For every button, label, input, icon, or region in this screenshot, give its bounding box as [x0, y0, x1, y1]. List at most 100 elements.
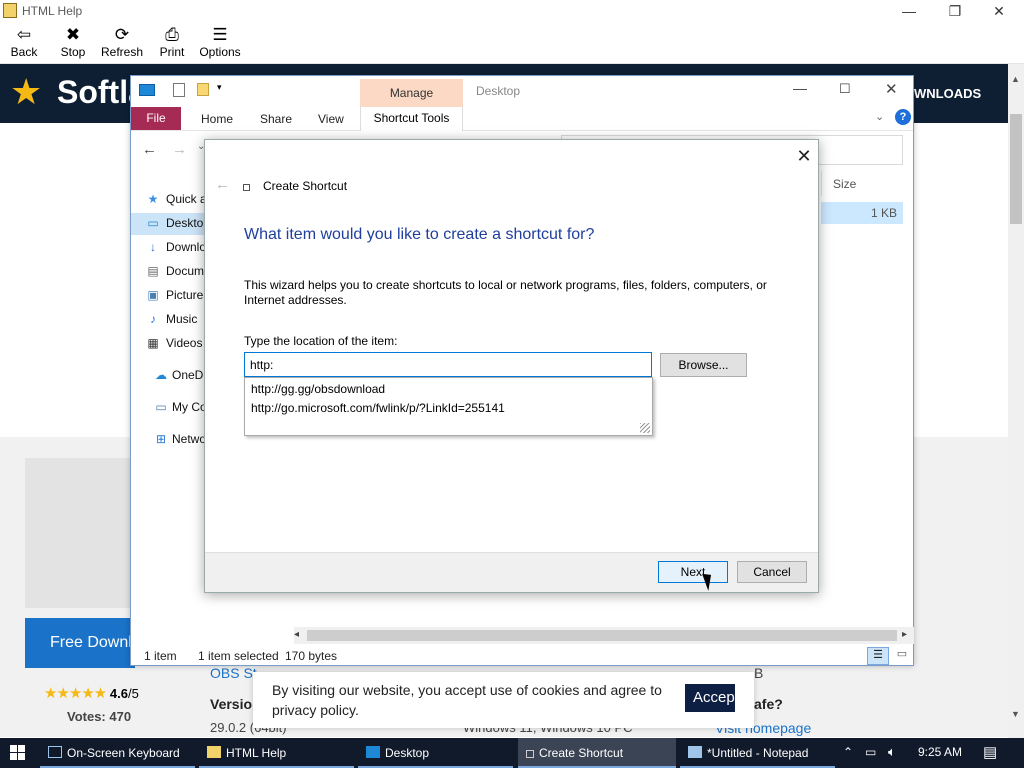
star-icon: ★ — [147, 192, 159, 206]
scroll-down-icon[interactable]: ▼ — [1011, 709, 1020, 719]
tab-file[interactable]: File — [131, 107, 181, 130]
scroll-right-icon[interactable]: ▸ — [902, 629, 907, 640]
options-button[interactable]: ☰ Options — [199, 25, 241, 59]
sidebar-label: Quick access — [166, 192, 207, 206]
help-window-title: HTML Help — [22, 4, 83, 18]
sidebar-item-downloads[interactable]: ↓ Downloads — [145, 240, 207, 254]
tray-chevron-icon[interactable]: ⌃ — [843, 745, 853, 759]
location-input[interactable] — [244, 352, 652, 377]
cookie-banner: By visiting our website, you accept use … — [253, 672, 754, 728]
taskbar-item-keyboard[interactable]: On-Screen Keyboard — [40, 738, 195, 768]
taskbar-label: *Untitled - Notepad — [707, 746, 809, 760]
refresh-icon: ⟳ — [114, 25, 130, 44]
windows-start-icon[interactable] — [10, 745, 26, 761]
dialog-title: Create Shortcut — [263, 179, 348, 193]
column-header-size[interactable]: Size — [821, 171, 907, 196]
sidebar-item-pictures[interactable]: ▣ Pictures — [145, 288, 207, 302]
nav-back-icon[interactable]: ← — [142, 141, 157, 158]
page-scroll-thumb[interactable] — [1010, 114, 1022, 224]
ribbon-expand-icon[interactable]: ⌄ — [875, 110, 884, 123]
sidebar-item-quick-access[interactable]: ★ Quick access — [145, 192, 207, 206]
document-icon: ▤ — [147, 264, 159, 278]
horizontal-scroll-thumb[interactable] — [307, 630, 897, 641]
horizontal-scrollbar[interactable]: ◂ ▸ — [294, 627, 914, 644]
status-bytes: 170 bytes — [285, 649, 338, 663]
manage-tab[interactable]: Manage — [360, 79, 463, 107]
network-tray-icon[interactable]: ▭ — [865, 745, 876, 759]
downloads-nav-link[interactable]: WNLOADS — [914, 86, 981, 101]
taskbar-label: HTML Help — [226, 746, 287, 760]
explorer-close-button[interactable]: ✕ — [885, 80, 898, 98]
video-icon: ▦ — [147, 336, 159, 350]
shortcut-icon — [526, 750, 534, 758]
cancel-button[interactable]: Cancel — [737, 561, 807, 583]
taskbar-item-html-help[interactable]: HTML Help — [199, 738, 354, 768]
help-window-titlebar: HTML Help — ❐ ✕ — [0, 0, 1024, 22]
taskbar-item-desktop[interactable]: Desktop — [358, 738, 513, 768]
obs-link[interactable]: OBS St — [210, 665, 257, 681]
stop-icon: ✖ — [65, 25, 81, 44]
keyboard-icon — [48, 746, 62, 758]
back-button[interactable]: ⇦ Back — [9, 25, 39, 59]
sidebar-label: Documents — [166, 264, 207, 278]
autocomplete-item[interactable]: http://go.microsoft.com/fwlink/p/?LinkId… — [251, 401, 505, 415]
sidebar-label: Videos — [166, 336, 203, 350]
size-fragment: B — [754, 665, 764, 681]
stop-label: Stop — [60, 45, 86, 59]
tab-view[interactable]: View — [318, 112, 344, 126]
explorer-titlebar: ▾ Manage Desktop — ☐ ✕ — [131, 76, 913, 107]
file-row-size[interactable]: 1 KB — [821, 202, 903, 224]
sidebar-item-videos[interactable]: ▦ Videos — [145, 336, 207, 350]
notepad-icon — [688, 746, 702, 758]
explorer-minimize-button[interactable]: — — [793, 80, 807, 96]
dialog-close-button[interactable]: ✕ — [793, 146, 815, 167]
tab-shortcut-tools[interactable]: Shortcut Tools — [360, 107, 463, 131]
create-shortcut-dialog: ✕ ← Create Shortcut What item would you … — [204, 139, 819, 593]
refresh-button[interactable]: ⟳ Refresh — [101, 25, 143, 59]
page-scrollbar[interactable]: ▲ ▼ — [1008, 64, 1024, 738]
sidebar-item-documents[interactable]: ▤ Documents — [145, 264, 207, 278]
free-download-button[interactable]: Free Downlo — [25, 618, 135, 668]
details-view-icon[interactable]: ☰ — [867, 647, 889, 665]
notification-icon[interactable]: ▤ — [983, 743, 997, 761]
sidebar-label: Desktop — [166, 216, 207, 230]
minimize-button[interactable]: — — [886, 2, 932, 20]
stop-button[interactable]: ✖ Stop — [58, 25, 88, 59]
taskbar-item-notepad[interactable]: *Untitled - Notepad — [680, 738, 835, 768]
options-icon: ☰ — [212, 25, 228, 44]
volume-icon[interactable]: 🔈︎ — [888, 744, 896, 760]
restore-button[interactable]: ❐ — [932, 2, 978, 20]
new-folder-icon[interactable] — [197, 83, 209, 96]
help-icon[interactable]: ? — [895, 109, 911, 125]
sidebar-item-my-computer[interactable]: ▭ My Computer — [153, 400, 207, 414]
sidebar-item-onedrive[interactable]: ☁ OneDrive — [153, 368, 207, 382]
music-icon: ♪ — [150, 312, 156, 326]
sidebar-item-music[interactable]: ♪ Music — [145, 312, 207, 326]
scroll-up-icon[interactable]: ▲ — [1011, 74, 1020, 84]
close-button[interactable]: ✕ — [976, 2, 1022, 20]
quick-access-dropdown-icon[interactable]: ▾ — [217, 82, 222, 93]
print-button[interactable]: ⎙ Print — [157, 25, 187, 59]
printer-icon: ⎙ — [165, 25, 179, 44]
sidebar-item-desktop[interactable]: ▭ Desktop — [145, 216, 207, 230]
properties-icon[interactable] — [173, 83, 185, 97]
large-icons-view-icon[interactable]: ▭ — [893, 647, 911, 665]
dialog-back-icon[interactable]: ← — [215, 176, 230, 193]
scroll-left-icon[interactable]: ◂ — [294, 629, 299, 640]
resize-grip-icon[interactable] — [640, 423, 650, 433]
next-button[interactable]: Next — [658, 561, 728, 583]
clock-time[interactable]: 9:25 AM — [918, 745, 962, 759]
nav-forward-icon[interactable]: → — [172, 141, 187, 158]
options-label: Options — [199, 45, 241, 59]
explorer-maximize-button[interactable]: ☐ — [839, 81, 851, 97]
autocomplete-item[interactable]: http://gg.gg/obsdownload — [251, 382, 385, 396]
browse-button[interactable]: Browse... — [660, 353, 747, 377]
sidebar-item-network[interactable]: ⊞ Network — [153, 432, 207, 446]
tab-share[interactable]: Share — [260, 112, 292, 126]
dialog-description: This wizard helps you to create shortcut… — [244, 278, 767, 307]
accept-cookies-button[interactable]: Accep — [685, 684, 735, 712]
taskbar-item-create-shortcut[interactable]: Create Shortcut — [518, 738, 676, 768]
sidebar-label: OneDrive — [172, 368, 207, 382]
tab-home[interactable]: Home — [201, 112, 233, 126]
votes-count: Votes: 470 — [67, 709, 132, 724]
